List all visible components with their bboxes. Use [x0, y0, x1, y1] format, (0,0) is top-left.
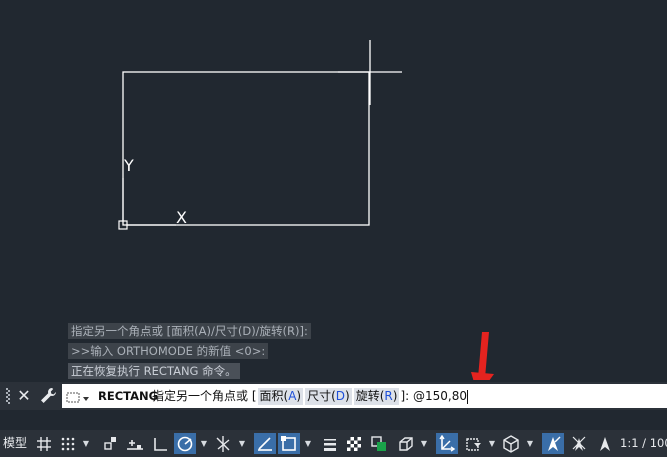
annotation-scale-value[interactable]: 1:1 / 100% [620, 430, 667, 457]
3d-osnap-dropdown[interactable]: ▼ [418, 433, 430, 454]
chevron-down-icon: ▼ [82, 439, 90, 448]
chevron-down-icon: ▼ [238, 439, 246, 448]
option-rotation-key: R [384, 389, 393, 403]
drag-handle-icon[interactable] [6, 387, 10, 405]
option-dimensions[interactable]: 尺寸(D) [305, 388, 352, 405]
chevron-down-icon: ▼ [200, 439, 208, 448]
snap-mode-icon[interactable] [124, 433, 146, 454]
polar-icon[interactable] [174, 433, 196, 454]
rectangle-preview [122, 71, 370, 226]
command-input[interactable]: RECTANG 指定另一个角点或 [面积(A) 尺寸(D) 旋转(R)]: @150… [62, 384, 667, 408]
annotation-visibility-icon[interactable] [542, 433, 564, 454]
typed-value: @150,80 [413, 389, 467, 403]
status-bar: 模型 ▼ ▼ ▼ ▼ ▼ ▼ ▼ 1:1 / 10 [0, 430, 667, 457]
arrow-head [471, 372, 494, 396]
ucs-y-label: Y [123, 156, 134, 175]
3d-osnap-icon[interactable] [394, 433, 416, 454]
snap-icon[interactable] [58, 433, 78, 454]
arrow-shaft [478, 332, 489, 378]
annotation-scale-icon[interactable] [594, 433, 616, 454]
infer-icon[interactable] [100, 433, 120, 454]
prompt-end: ]: [400, 389, 410, 403]
command-line-bar: ✕ RECTANG 指定另一个角点或 [面积(A) 尺寸(D) 旋转(R)]: @1… [0, 382, 667, 410]
history-line-3: 正在恢复执行 RECTANG 命令。 [68, 363, 240, 379]
option-area-close: ) [296, 389, 302, 403]
history-line-1: 指定另一个角点或 [面积(A)/尺寸(D)/旋转(R)]: [68, 323, 311, 339]
polar-dropdown[interactable]: ▼ [198, 433, 210, 454]
option-dimensions-key: D [335, 389, 346, 403]
osnap-icon[interactable] [278, 433, 300, 454]
chevron-down-icon: ▼ [488, 439, 496, 448]
command-name: RECTANG [98, 389, 159, 403]
selection-filter-icon[interactable] [462, 433, 484, 454]
ucs-x-label: X [176, 208, 187, 227]
option-rotation-label: 旋转( [355, 389, 385, 403]
ortho-icon[interactable] [150, 433, 170, 454]
gizmo-icon[interactable] [500, 433, 522, 454]
selection-filter-dropdown[interactable]: ▼ [486, 433, 498, 454]
osnap-dropdown[interactable]: ▼ [302, 433, 314, 454]
isodraft-dropdown[interactable]: ▼ [236, 433, 248, 454]
wrench-icon[interactable] [38, 386, 58, 406]
recent-commands-icon[interactable] [66, 389, 92, 403]
selection-cycling-icon[interactable] [368, 433, 390, 454]
option-dimensions-label: 尺寸( [307, 389, 336, 403]
option-area[interactable]: 面积(A) [257, 388, 304, 405]
close-icon[interactable]: ✕ [15, 385, 33, 407]
dynamic-ucs-icon[interactable] [436, 433, 458, 454]
model-tab[interactable]: 模型 [0, 430, 30, 457]
snap-dropdown[interactable]: ▼ [80, 433, 92, 454]
chevron-down-icon: ▼ [304, 439, 312, 448]
grid-icon[interactable] [34, 433, 54, 454]
isodraft-icon[interactable] [212, 433, 234, 454]
text-caret [467, 389, 468, 404]
command-prompt: 指定另一个角点或 [面积(A) 尺寸(D) 旋转(R)]: @150,80 [152, 384, 468, 408]
prompt-text: 指定另一个角点或 [ [152, 389, 257, 403]
chevron-down-icon: ▼ [526, 439, 534, 448]
history-line-2: >>输入 ORTHOMODE 的新值 <0>: [68, 343, 269, 359]
auto-scale-icon[interactable] [568, 433, 590, 454]
chevron-down-icon: ▼ [420, 439, 428, 448]
transparency-icon[interactable] [344, 433, 364, 454]
option-rotation-close: ) [392, 389, 398, 403]
lineweight-icon[interactable] [320, 433, 340, 454]
option-rotation[interactable]: 旋转(R) [353, 388, 400, 405]
option-dimensions-close: ) [345, 389, 350, 403]
option-area-label: 面积( [259, 389, 289, 403]
gizmo-dropdown[interactable]: ▼ [524, 433, 536, 454]
osnap-track-icon[interactable] [254, 433, 276, 454]
